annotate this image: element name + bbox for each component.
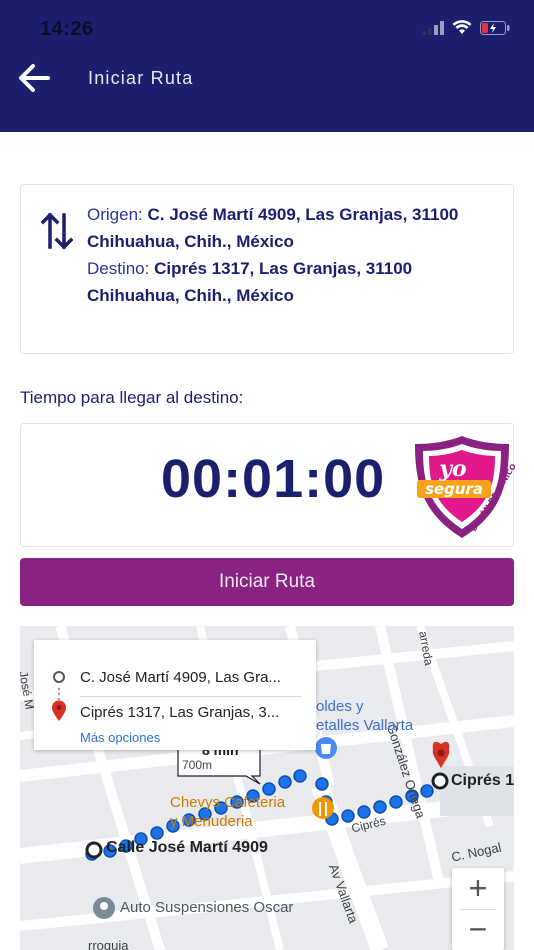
timer-card: 00:01:00 yo segura BOTÓN DE PÁNICO bbox=[20, 423, 515, 547]
zoom-in-button[interactable]: + bbox=[452, 868, 504, 909]
countdown-timer: 00:01:00 bbox=[161, 449, 386, 509]
origin-label: Origen: bbox=[87, 205, 148, 224]
back-button[interactable] bbox=[16, 60, 52, 96]
map-label-chevys-2: y Menuderia bbox=[170, 813, 253, 830]
battery-icon bbox=[480, 20, 510, 35]
origin-circle-icon bbox=[53, 671, 65, 683]
directions-popup[interactable]: C. José Martí 4909, Las Gra... Ciprés 13… bbox=[34, 640, 316, 750]
start-route-button[interactable]: Iniciar Ruta bbox=[20, 558, 514, 606]
signal-icon bbox=[422, 20, 444, 35]
map-label-detalles: etalles Vallarta bbox=[316, 717, 414, 734]
origin-marker[interactable] bbox=[85, 841, 103, 859]
destination-marker[interactable] bbox=[431, 772, 449, 790]
more-options-link[interactable]: Más opciones bbox=[80, 730, 160, 745]
app-header: 14:26 Iniciar Ruta bbox=[0, 0, 534, 132]
popup-destination[interactable]: Ciprés 1317, Las Granjas, 3... bbox=[80, 704, 279, 721]
badge-segura-text: segura bbox=[425, 480, 483, 498]
map-label-bottom: rroquia bbox=[88, 938, 129, 950]
restaurant-pin-icon bbox=[312, 797, 334, 819]
page-title: Iniciar Ruta bbox=[88, 68, 194, 88]
route-text: Origen: C. José Martí 4909, Las Granjas,… bbox=[87, 201, 507, 309]
popup-divider bbox=[80, 696, 302, 697]
arrow-left-icon bbox=[19, 64, 50, 92]
badge-yo-text: yo bbox=[438, 456, 466, 482]
map-label-chevys: Chevys Cafeteria bbox=[170, 794, 286, 811]
destination-line: Destino: Ciprés 1317, Las Granjas, 31100… bbox=[87, 255, 507, 309]
origin-line: Origen: C. José Martí 4909, Las Granjas,… bbox=[87, 201, 507, 255]
map-label-regalos: oldes y bbox=[316, 698, 364, 715]
map-label-destination-street: Ciprés 1 bbox=[451, 772, 514, 789]
popup-origin[interactable]: C. José Martí 4909, Las Gra... bbox=[80, 669, 281, 686]
map-label-origin-street: Calle José Martí 4909 bbox=[106, 839, 268, 856]
route-distance-label: 700m bbox=[182, 758, 213, 772]
destination-label: Destino: bbox=[87, 259, 155, 278]
map-label-auto-shop: Auto Suspensiones Oscar bbox=[120, 899, 294, 916]
status-icons bbox=[422, 20, 510, 35]
route-card: Origen: C. José Martí 4909, Las Granjas,… bbox=[20, 184, 514, 354]
panic-button-badge[interactable]: yo segura BOTÓN DE PÁNICO bbox=[409, 432, 515, 542]
destination-pin-icon bbox=[52, 700, 66, 721]
swap-vertical-icon bbox=[41, 212, 73, 250]
zoom-out-button[interactable]: − bbox=[452, 909, 504, 950]
wifi-icon bbox=[452, 20, 472, 34]
time-label: Tiempo para llegar al destino: bbox=[20, 388, 244, 407]
route-dots-icon bbox=[57, 687, 61, 701]
route-map[interactable]: Calle José Martí 4909 Ciprés 1 Chevys Ca… bbox=[20, 626, 514, 950]
status-time: 14:26 bbox=[40, 18, 94, 40]
zoom-controls: + − bbox=[452, 868, 504, 950]
